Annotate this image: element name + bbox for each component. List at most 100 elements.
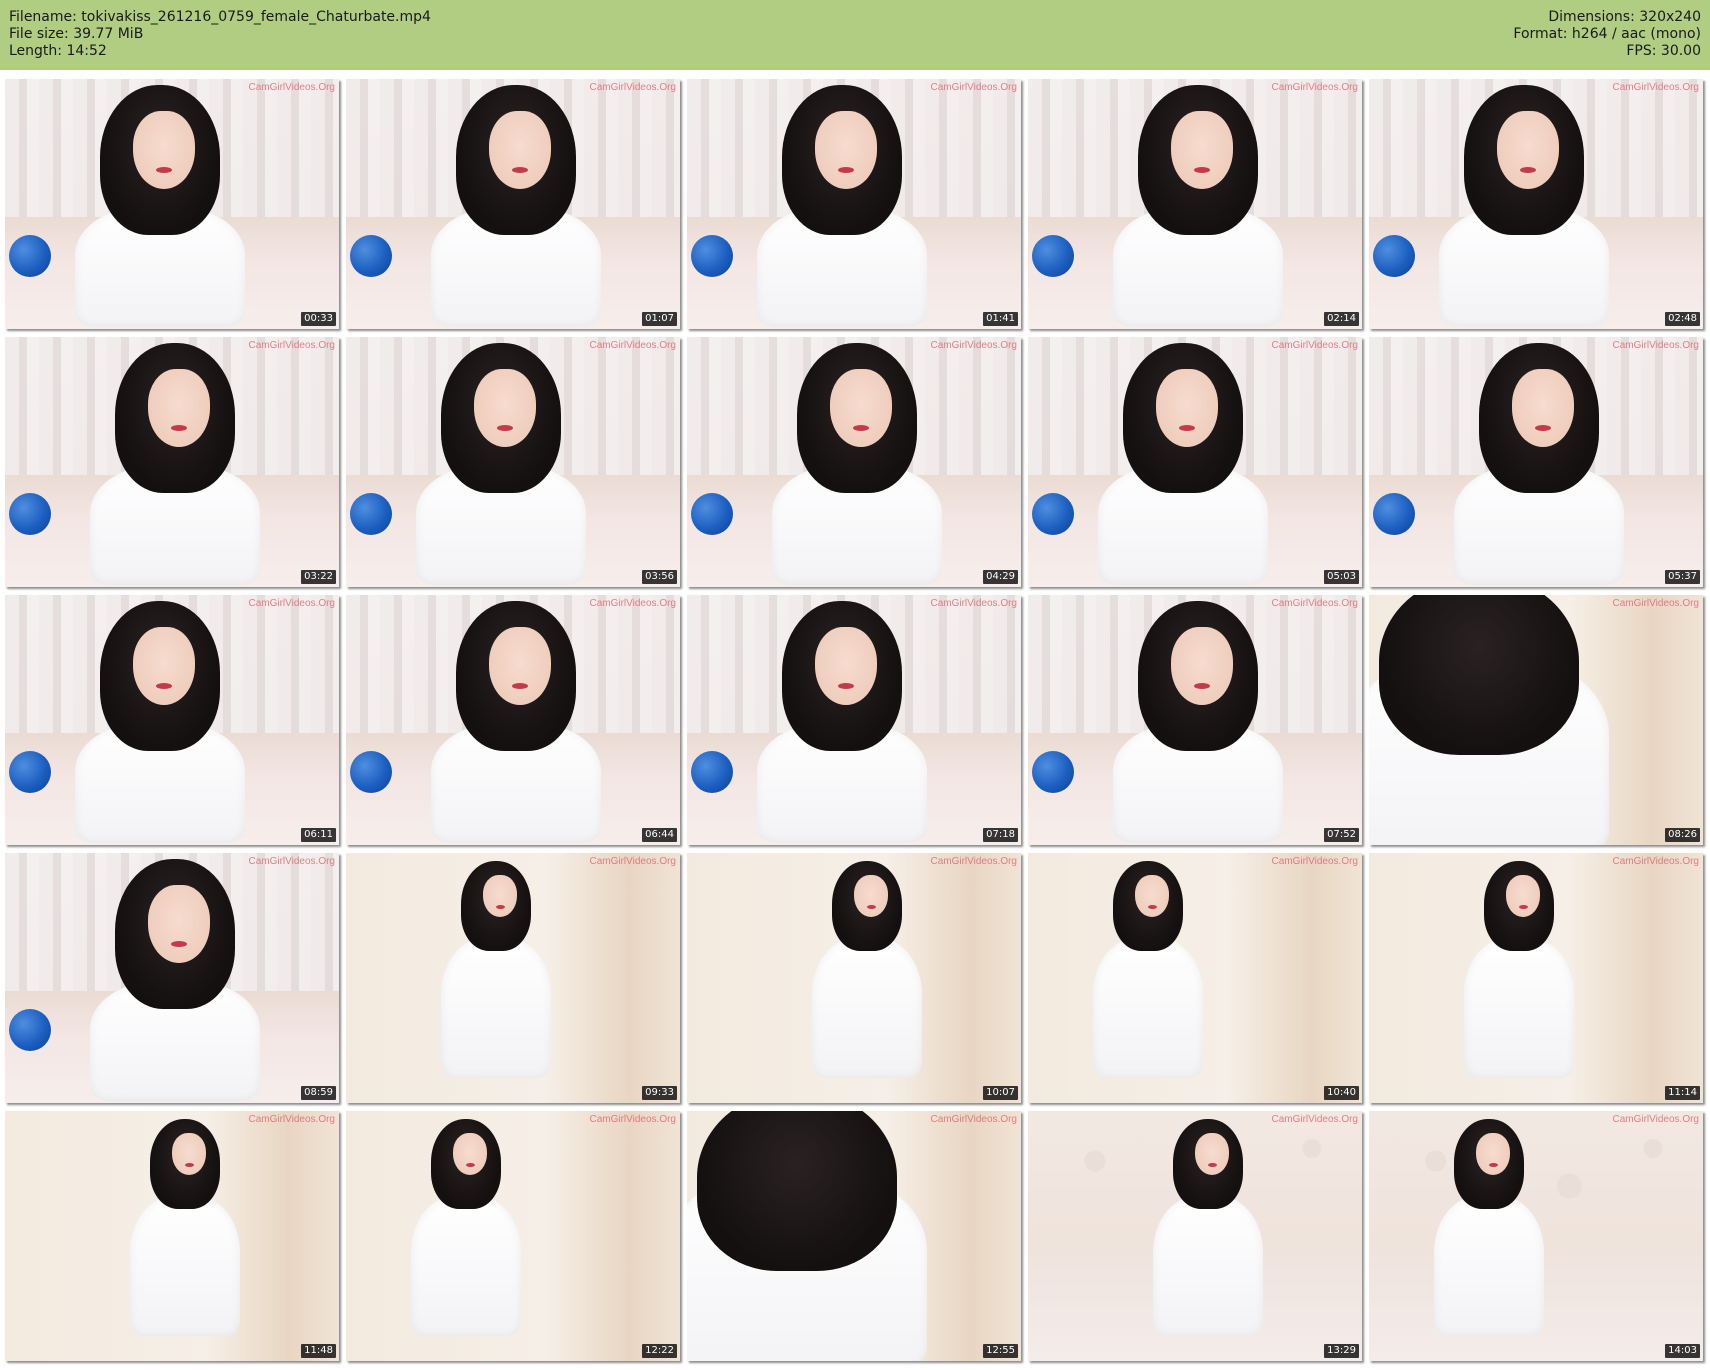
watermark-text: CamGirlVideos.Org <box>589 856 676 867</box>
face <box>815 627 877 705</box>
face <box>1156 369 1218 447</box>
timestamp-label: 03:22 <box>301 570 336 584</box>
person-figure <box>1028 79 1362 329</box>
face <box>133 627 195 705</box>
timestamp-label: 13:29 <box>1324 1344 1359 1358</box>
person-figure <box>5 79 339 329</box>
thumbnail[interactable]: CamGirlVideos.Org 08:26 <box>1369 595 1703 845</box>
person-figure <box>687 595 1021 845</box>
face <box>815 111 877 189</box>
face <box>1512 369 1574 447</box>
face <box>133 111 195 189</box>
thumbnail[interactable]: CamGirlVideos.Org 07:18 <box>687 595 1021 845</box>
person-figure <box>5 853 339 1103</box>
face <box>1195 1133 1229 1175</box>
timestamp-label: 08:26 <box>1665 828 1700 842</box>
person-figure <box>1028 595 1362 845</box>
length-text: Length: 14:52 <box>9 43 107 59</box>
person-figure <box>5 1111 339 1361</box>
face <box>172 1133 206 1175</box>
filesize-text: File size: 39.77 MiB <box>9 26 144 42</box>
fps-text: FPS: 30.00 <box>1626 43 1701 59</box>
face <box>1171 111 1233 189</box>
timestamp-label: 12:22 <box>642 1344 677 1358</box>
thumbnail[interactable]: CamGirlVideos.Org 04:29 <box>687 337 1021 587</box>
person-figure <box>1369 1111 1703 1361</box>
person-figure <box>346 595 680 845</box>
timestamp-label: 11:48 <box>301 1344 336 1358</box>
thumbnail[interactable]: CamGirlVideos.Org 06:11 <box>5 595 339 845</box>
person-figure <box>1028 1111 1362 1361</box>
person-figure <box>5 595 339 845</box>
thumbnail[interactable]: CamGirlVideos.Org 06:44 <box>346 595 680 845</box>
thumbnail[interactable]: CamGirlVideos.Org 03:56 <box>346 337 680 587</box>
watermark-text: CamGirlVideos.Org <box>248 82 335 93</box>
white-top <box>411 1196 521 1336</box>
thumbnail[interactable]: CamGirlVideos.Org 01:41 <box>687 79 1021 329</box>
thumbnail[interactable]: CamGirlVideos.Org 01:07 <box>346 79 680 329</box>
thumbnail[interactable]: CamGirlVideos.Org 10:07 <box>687 853 1021 1103</box>
timestamp-label: 10:07 <box>983 1086 1018 1100</box>
format-text: Format: h264 / aac (mono) <box>1513 26 1701 42</box>
thumbnail[interactable]: CamGirlVideos.Org 12:22 <box>346 1111 680 1361</box>
timestamp-label: 12:55 <box>983 1344 1018 1358</box>
watermark-text: CamGirlVideos.Org <box>1271 340 1358 351</box>
watermark-text: CamGirlVideos.Org <box>1612 598 1699 609</box>
watermark-text: CamGirlVideos.Org <box>930 856 1017 867</box>
watermark-text: CamGirlVideos.Org <box>1612 82 1699 93</box>
watermark-text: CamGirlVideos.Org <box>1271 1114 1358 1125</box>
timestamp-label: 07:18 <box>983 828 1018 842</box>
timestamp-label: 05:37 <box>1665 570 1700 584</box>
white-top <box>130 1196 240 1336</box>
thumbnail[interactable]: CamGirlVideos.Org 11:48 <box>5 1111 339 1361</box>
timestamp-label: 06:44 <box>642 828 677 842</box>
face <box>489 111 551 189</box>
face <box>1506 875 1540 917</box>
file-info: Filename: tokivakiss_261216_0759_female_… <box>9 9 431 60</box>
thumbnail[interactable]: CamGirlVideos.Org 11:14 <box>1369 853 1703 1103</box>
dimensions-text: Dimensions: 320x240 <box>1548 9 1701 25</box>
filename-text: Filename: tokivakiss_261216_0759_female_… <box>9 9 431 25</box>
white-top <box>441 938 551 1078</box>
face <box>830 369 892 447</box>
person-figure <box>1369 337 1703 587</box>
thumbnail[interactable]: CamGirlVideos.Org 09:33 <box>346 853 680 1103</box>
thumbnail[interactable]: CamGirlVideos.Org 02:14 <box>1028 79 1362 329</box>
watermark-text: CamGirlVideos.Org <box>930 340 1017 351</box>
timestamp-label: 07:52 <box>1324 828 1359 842</box>
watermark-text: CamGirlVideos.Org <box>930 82 1017 93</box>
timestamp-label: 06:11 <box>301 828 336 842</box>
thumbnail[interactable]: CamGirlVideos.Org 13:29 <box>1028 1111 1362 1361</box>
thumbnail[interactable]: CamGirlVideos.Org 14:03 <box>1369 1111 1703 1361</box>
watermark-text: CamGirlVideos.Org <box>1612 856 1699 867</box>
watermark-text: CamGirlVideos.Org <box>589 340 676 351</box>
timestamp-label: 00:33 <box>301 312 336 326</box>
watermark-text: CamGirlVideos.Org <box>589 82 676 93</box>
white-top <box>1153 1196 1263 1336</box>
face <box>1476 1133 1510 1175</box>
timestamp-label: 11:14 <box>1665 1086 1700 1100</box>
face <box>148 885 210 963</box>
watermark-text: CamGirlVideos.Org <box>930 1114 1017 1125</box>
thumbnail[interactable]: CamGirlVideos.Org 05:03 <box>1028 337 1362 587</box>
thumbnail[interactable]: CamGirlVideos.Org 12:55 <box>687 1111 1021 1361</box>
thumbnail[interactable]: CamGirlVideos.Org 08:59 <box>5 853 339 1103</box>
thumbnail-grid: CamGirlVideos.Org 00:33 CamGirlVideos.Org 0… <box>5 79 1703 1361</box>
watermark-text: CamGirlVideos.Org <box>589 598 676 609</box>
watermark-text: CamGirlVideos.Org <box>1271 856 1358 867</box>
thumbnail[interactable]: CamGirlVideos.Org 00:33 <box>5 79 339 329</box>
timestamp-label: 02:14 <box>1324 312 1359 326</box>
face <box>489 627 551 705</box>
watermark-text: CamGirlVideos.Org <box>248 340 335 351</box>
thumbnail[interactable]: CamGirlVideos.Org 05:37 <box>1369 337 1703 587</box>
thumbnail[interactable]: CamGirlVideos.Org 07:52 <box>1028 595 1362 845</box>
face <box>483 875 517 917</box>
thumbnail[interactable]: CamGirlVideos.Org 10:40 <box>1028 853 1362 1103</box>
timestamp-label: 10:40 <box>1324 1086 1359 1100</box>
thumbnail[interactable]: CamGirlVideos.Org 03:22 <box>5 337 339 587</box>
person-figure <box>1369 853 1703 1103</box>
thumbnail[interactable]: CamGirlVideos.Org 02:48 <box>1369 79 1703 329</box>
hair <box>697 1111 897 1271</box>
timestamp-label: 01:07 <box>642 312 677 326</box>
person-figure <box>346 79 680 329</box>
